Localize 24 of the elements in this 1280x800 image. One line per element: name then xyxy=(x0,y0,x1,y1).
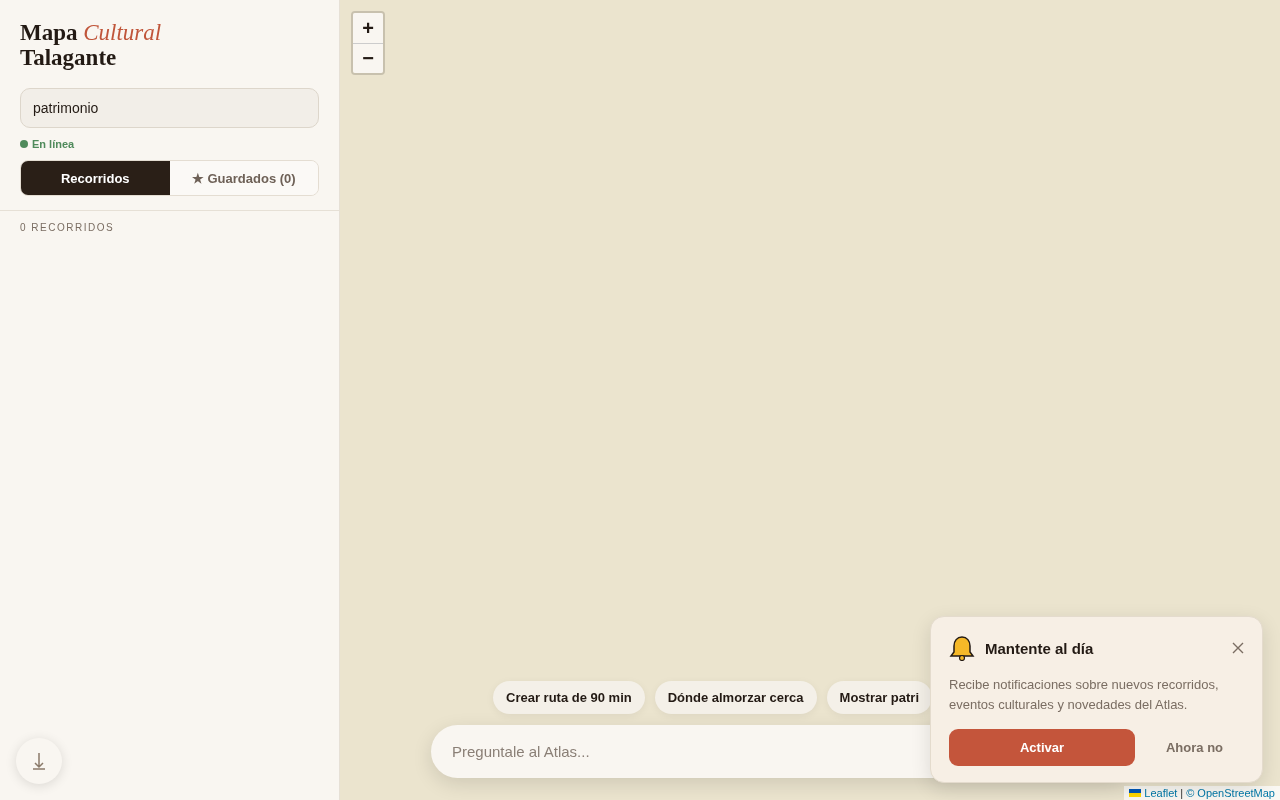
zoom-in-button[interactable]: + xyxy=(353,13,383,43)
bell-icon xyxy=(949,635,975,661)
result-count: 0 RECORRIDOS xyxy=(0,210,339,244)
flag-icon xyxy=(1129,789,1142,797)
osm-link[interactable]: © OpenStreetMap xyxy=(1186,787,1275,799)
activate-button[interactable]: Activar xyxy=(949,729,1135,766)
notification-title: Mantente al día xyxy=(985,639,1095,657)
status-label: En línea xyxy=(32,138,75,150)
dismiss-button[interactable]: Ahora no xyxy=(1145,729,1244,766)
separator: | xyxy=(1180,787,1184,799)
download-icon xyxy=(33,752,45,770)
leaflet-link[interactable]: Leaflet xyxy=(1144,787,1178,799)
tab[interactable]: ★ Guardados (0) xyxy=(169,161,318,195)
notification-text: Recibe notificaciones sobre nuevos recorridos, eventos culturales y novedades del Atlas. xyxy=(949,676,1220,714)
download-button[interactable] xyxy=(16,738,62,784)
app-title: Mapa Cultural Talagante xyxy=(20,20,163,70)
close-icon xyxy=(1232,642,1244,654)
suggestion-chip[interactable]: Dónde almorzar cerca xyxy=(654,681,817,714)
tab[interactable]: Recorridos xyxy=(21,161,170,195)
suggestion-chip[interactable]: Mostrar patri xyxy=(826,681,933,714)
close-button[interactable] xyxy=(1232,642,1244,654)
suggestion-chip[interactable]: Crear ruta de 90 min xyxy=(493,681,645,714)
search-field[interactable]: patrimonio xyxy=(20,88,319,128)
zoom-out-button[interactable]: − xyxy=(353,43,383,73)
